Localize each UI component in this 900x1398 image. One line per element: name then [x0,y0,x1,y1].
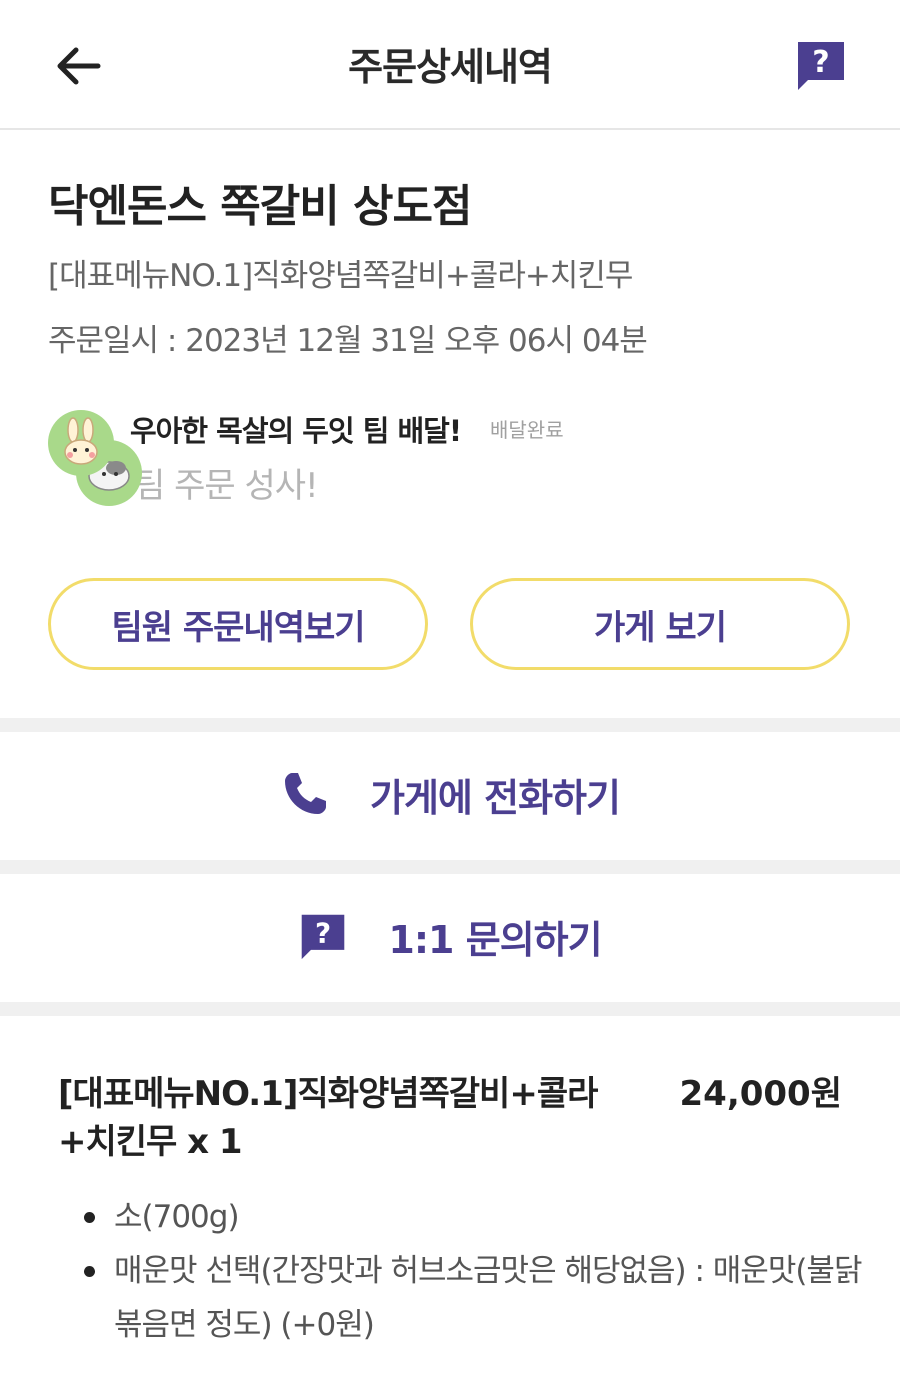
order-date: 주문일시 : 2023년 12월 31일 오후 06시 04분 [48,323,648,359]
order-item-name: [대표메뉴NO.1]직화양념쪽갈비+콜라 +치킨무 x 1 [58,1070,618,1166]
team-message: 팀 주문 성사! [134,466,319,506]
option-text: 매운맛 선택(간장맛과 허브소금맛은 해당없음) : 매운맛(불닭 [114,1253,862,1289]
inquiry-label: 1:1 문의하기 [388,917,602,962]
help-button[interactable]: ? [794,38,848,92]
team-delivery-block: 우아한 목살의 두잇 팀 배달! 배달완료 팀 주문 성사! [48,400,868,520]
menu-summary: [대표메뉴NO.1]직화양념쪽갈비+콜라+치킨무 [48,258,633,294]
rabbit-avatar-icon [64,417,98,465]
svg-text:?: ? [812,45,829,80]
team-name: 우아한 목살의 두잇 팀 배달! [130,414,462,448]
view-store-button[interactable]: 가게 보기 [470,578,850,670]
option-text: 볶음면 정도) (+0원) [114,1307,375,1343]
team-orders-label: 팀원 주문내역보기 [111,607,365,648]
bullet-icon [84,1212,95,1223]
status-badge: 배달완료 [490,418,564,442]
view-store-label: 가게 보기 [594,607,727,648]
call-store-label: 가게에 전화하기 [370,775,621,820]
top-bar: 주문상세내역 ? [0,0,900,130]
avatar [48,410,114,476]
item-name-line: [대표메뉴NO.1]직화양념쪽갈비+콜라 [58,1074,598,1114]
call-store-button[interactable]: 가게에 전화하기 [0,730,900,858]
order-item-price: 24,000원 [679,1074,842,1114]
question-bubble-icon: ? [798,42,844,90]
inquiry-button[interactable]: ? 1:1 문의하기 [0,872,900,1000]
store-name: 닥엔돈스 쪽갈비 상도점 [48,181,472,232]
svg-text:?: ? [315,916,331,949]
option-text: 소(700g) [114,1199,240,1235]
list-item: 소(700g) [80,1190,900,1244]
item-options-list: 소(700g) 매운맛 선택(간장맛과 허브소금맛은 해당없음) : 매운맛(불… [80,1190,900,1352]
page-title: 주문상세내역 [348,45,553,89]
section-divider [0,1002,900,1016]
phone-icon [285,773,327,814]
bullet-icon [84,1266,95,1277]
team-orders-button[interactable]: 팀원 주문내역보기 [48,578,428,670]
item-name-line: +치킨무 x 1 [58,1122,243,1162]
list-item: 매운맛 선택(간장맛과 허브소금맛은 해당없음) : 매운맛(불닭 볶음면 정도… [80,1244,900,1352]
question-bubble-icon: ? [302,914,345,960]
